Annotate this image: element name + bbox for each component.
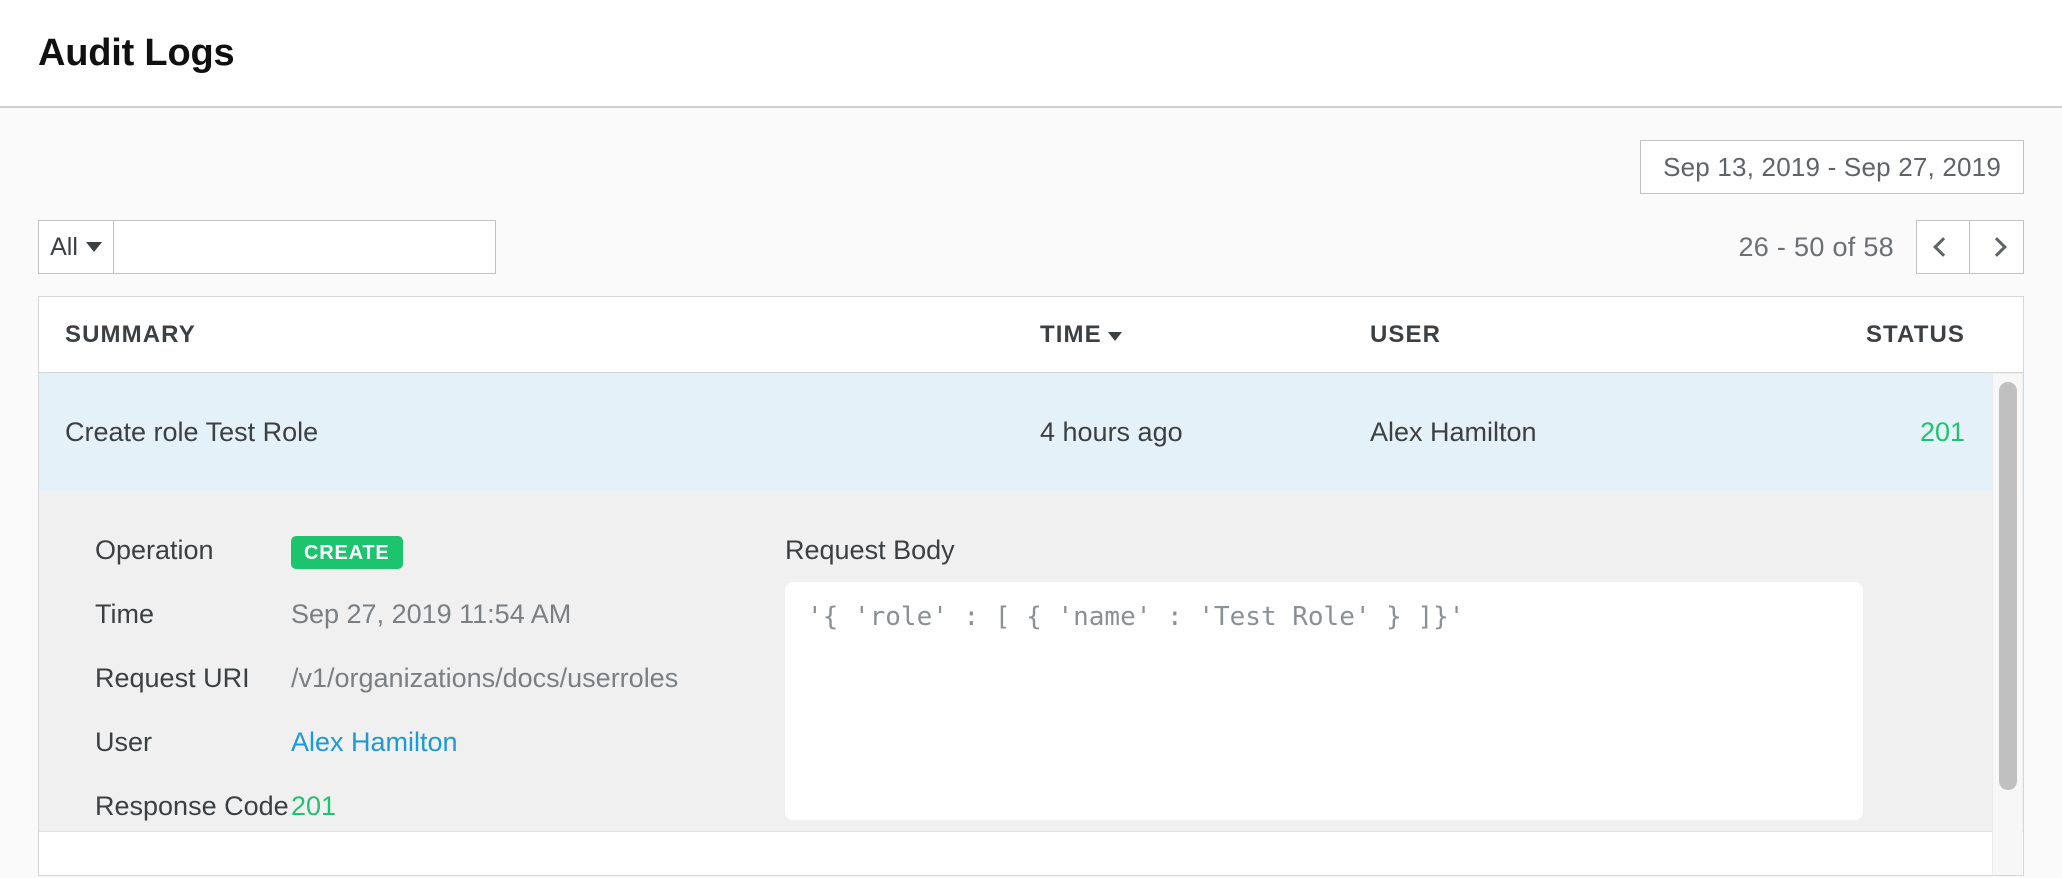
row-user: Alex Hamilton [1370,417,1670,448]
page-title: Audit Logs [38,32,234,75]
detail-field-response-code: Response Code 201 [95,791,785,831]
chevron-right-icon [1987,237,2007,257]
daterange-row: Sep 13, 2019 - Sep 27, 2019 [38,108,2024,194]
detail-value-user-link[interactable]: Alex Hamilton [291,727,458,758]
chevron-down-icon [86,242,102,252]
operation-badge: CREATE [291,536,403,569]
row-detail-panel: Operation CREATE Time Sep 27, 2019 11:54… [39,491,2023,831]
detail-label-user: User [95,727,291,758]
row-time: 4 hours ago [1040,417,1370,448]
detail-value-request-uri: /v1/organizations/docs/userroles [291,663,678,694]
pagination: 26 - 50 of 58 [1738,220,2024,274]
table-scrollbar-thumb[interactable] [1999,382,2017,790]
detail-field-request-uri: Request URI /v1/organizations/docs/userr… [95,663,785,703]
sort-descending-icon [1108,332,1122,341]
detail-fields: Operation CREATE Time Sep 27, 2019 11:54… [95,535,785,791]
table-scrollbar-track[interactable] [1992,374,2022,875]
column-header-summary[interactable]: SUMMARY [65,321,1040,349]
row-status: 201 [1670,417,2023,448]
search-group: All [38,220,496,274]
filter-scope-label: All [50,233,78,262]
audit-log-table: SUMMARY TIME USER STATUS Create role Tes… [38,296,2024,876]
filter-scope-dropdown[interactable]: All [38,220,114,274]
detail-field-operation: Operation CREATE [95,535,785,575]
column-header-user[interactable]: USER [1370,321,1670,349]
detail-label-request-uri: Request URI [95,663,291,694]
column-header-time[interactable]: TIME [1040,321,1370,349]
chevron-left-icon [1933,237,1953,257]
request-body-label: Request Body [785,535,1863,566]
column-header-status[interactable]: STATUS [1670,321,2023,349]
column-header-time-label: TIME [1040,321,1102,349]
detail-value-response-code: 201 [291,791,336,822]
detail-label-response-code: Response Code [95,791,291,822]
detail-label-operation: Operation [95,535,291,566]
row-summary: Create role Test Role [65,417,1040,448]
request-body-section: Request Body '{ 'role' : [ { 'name' : 'T… [785,535,2023,791]
detail-field-user: User Alex Hamilton [95,727,785,767]
pagination-next-button[interactable] [1970,220,2024,274]
table-row-next-partial[interactable] [39,831,2023,871]
pagination-prev-button[interactable] [1916,220,1970,274]
toolbar: All 26 - 50 of 58 [38,220,2024,274]
page-header: Audit Logs [0,0,2062,108]
date-range-picker[interactable]: Sep 13, 2019 - Sep 27, 2019 [1640,140,2024,194]
detail-field-time: Time Sep 27, 2019 11:54 AM [95,599,785,639]
detail-value-time: Sep 27, 2019 11:54 AM [291,599,571,630]
search-input[interactable] [114,220,496,274]
pagination-range-label: 26 - 50 of 58 [1738,232,1894,263]
pagination-buttons [1916,220,2024,274]
detail-label-time: Time [95,599,291,630]
table-header-row: SUMMARY TIME USER STATUS [39,297,2023,373]
page-body: Sep 13, 2019 - Sep 27, 2019 All 26 - 50 … [0,108,2062,878]
table-row[interactable]: Create role Test Role 4 hours ago Alex H… [39,373,2023,491]
request-body-textarea[interactable]: '{ 'role' : [ { 'name' : 'Test Role' } ]… [785,582,1863,820]
